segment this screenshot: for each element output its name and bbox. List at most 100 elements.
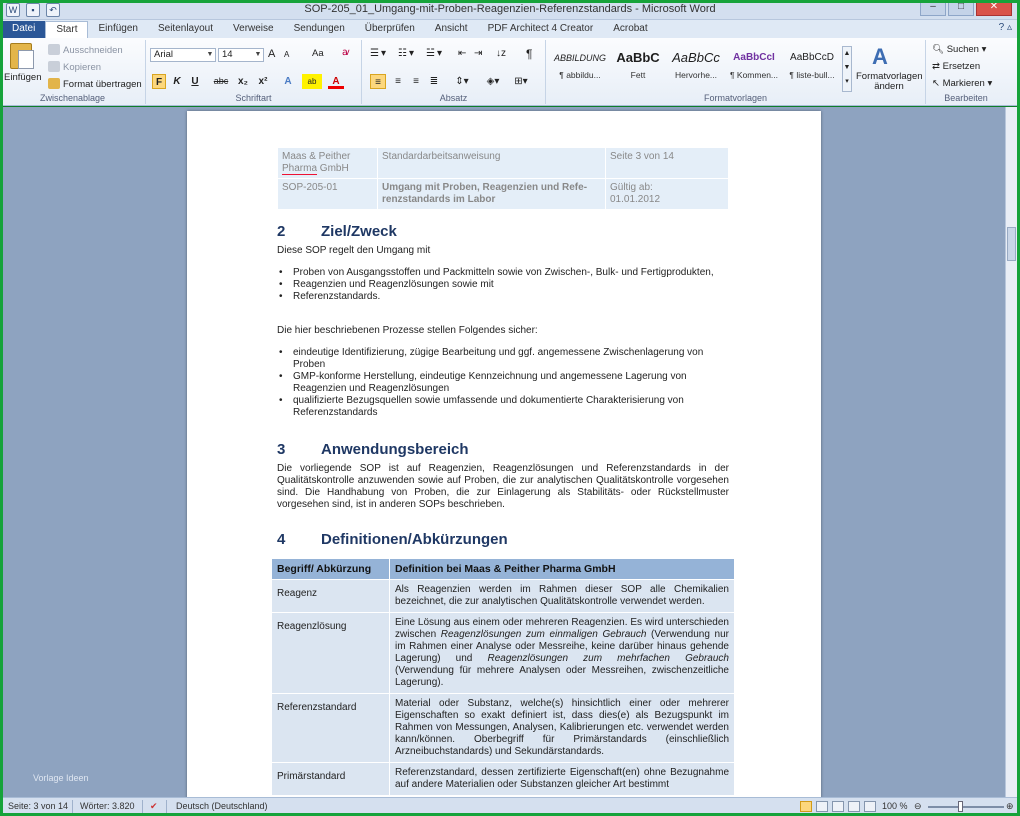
tab-page-layout[interactable]: Seitenlayout xyxy=(148,21,223,38)
select-button[interactable]: ↖ Markieren ▾ xyxy=(932,78,992,89)
clear-format-button[interactable]: ꜹ xyxy=(342,47,350,58)
term-cell: Primärstandard xyxy=(271,762,390,796)
cut-button[interactable]: Ausschneiden xyxy=(48,44,123,56)
increase-indent-icon[interactable]: ⇥ xyxy=(474,48,482,59)
font-color-icon[interactable]: A xyxy=(328,74,344,89)
subscript-button[interactable]: x₂ xyxy=(234,74,252,89)
header-doc-type: Standardarbeitsanweisung xyxy=(377,147,606,179)
window-title: SOP-205_01_Umgang-mit-Proben-Reagenzien-… xyxy=(304,3,716,15)
tab-review[interactable]: Überprüfen xyxy=(355,21,425,38)
shading-icon[interactable]: ◈▾ xyxy=(482,74,504,89)
print-layout-icon[interactable] xyxy=(800,801,812,812)
scrollbar-thumb[interactable] xyxy=(1007,227,1016,261)
highlight-icon[interactable]: ab xyxy=(302,74,322,89)
font-size-select[interactable]: 14 ▼ xyxy=(218,48,264,62)
status-page[interactable]: Seite: 3 von 14 xyxy=(8,801,68,811)
align-left-icon[interactable]: ≡ xyxy=(370,74,386,89)
tab-insert[interactable]: Einfügen xyxy=(88,21,147,38)
maximize-button[interactable]: □ xyxy=(948,0,974,16)
shrink-font-button[interactable]: A xyxy=(284,50,289,59)
decrease-indent-icon[interactable]: ⇤ xyxy=(458,48,466,59)
borders-icon[interactable]: ⊞▾ xyxy=(510,74,532,89)
bullets-icon[interactable]: ☰▾ xyxy=(370,48,388,59)
bold-button[interactable]: F xyxy=(152,74,166,89)
web-layout-icon[interactable] xyxy=(832,801,844,812)
superscript-button[interactable]: x² xyxy=(254,74,272,89)
style-hervorhebung[interactable]: AaBbCc Hervorhe... xyxy=(668,46,724,90)
line-spacing-icon[interactable]: ⇕▾ xyxy=(452,74,472,89)
tab-references[interactable]: Verweise xyxy=(223,21,284,38)
table-row: Referenzstandard Material oder Substanz,… xyxy=(271,693,735,763)
close-button[interactable]: ✕ xyxy=(976,0,1012,16)
zoom-in-icon[interactable]: ⊕ xyxy=(1006,801,1014,812)
format-painter-button[interactable]: Format übertragen xyxy=(48,78,142,90)
find-button[interactable]: 🔍︎ Suchen ▾ xyxy=(932,44,986,55)
document-page[interactable]: Maas & Peither Pharma GmbH Standardarbeit… xyxy=(187,111,821,797)
grow-font-button[interactable]: A xyxy=(268,48,275,60)
replace-icon: ⇄ xyxy=(932,61,943,72)
style-fett[interactable]: AaBbC Fett xyxy=(610,46,666,90)
vertical-scrollbar[interactable] xyxy=(1005,107,1017,797)
list-item: Proben von Ausgangsstoffen und Packmitte… xyxy=(277,267,729,279)
italic-button[interactable]: K xyxy=(170,74,184,89)
numbering-icon[interactable]: ☷▾ xyxy=(398,48,416,59)
definition-cell: Eine Lösung aus einem oder mehreren Reag… xyxy=(389,612,735,694)
window-controls: – □ ✕ xyxy=(918,0,1012,16)
change-case-button[interactable]: Aa xyxy=(312,48,324,59)
group-label-paragraph: Absatz xyxy=(439,93,468,103)
tab-mailings[interactable]: Sendungen xyxy=(284,21,355,38)
align-center-icon[interactable]: ≡ xyxy=(390,74,406,89)
status-language[interactable]: Deutsch (Deutschland) xyxy=(176,801,268,811)
ribbon-tabs: Datei Start Einfügen Seitenlayout Verwei… xyxy=(0,20,1020,38)
table-row: Primärstandard Referenzstandard, dessen … xyxy=(271,762,735,796)
sort-icon[interactable]: ↓z xyxy=(496,48,506,59)
zoom-slider-thumb[interactable] xyxy=(958,801,963,812)
list-item: eindeutige Identifizierung, zügige Bearb… xyxy=(277,347,729,371)
text-effects-icon[interactable]: A xyxy=(280,74,296,89)
tab-view[interactable]: Ansicht xyxy=(425,21,478,38)
tab-file[interactable]: Datei xyxy=(2,21,46,38)
term-cell: Reagenzlösung xyxy=(271,612,390,694)
justify-icon[interactable]: ≣ xyxy=(426,74,442,89)
group-label-font: Schriftart xyxy=(235,93,272,103)
multilevel-list-icon[interactable]: ☱▾ xyxy=(426,48,444,59)
heading-section-4: 4 Definitionen/Abkürzungen xyxy=(277,531,508,548)
definitions-table: Begriff/ Abkürzung Definition bei Maas &… xyxy=(271,558,735,796)
tab-start[interactable]: Start xyxy=(45,21,89,38)
zoom-out-icon[interactable]: ⊖ xyxy=(914,801,922,812)
table-row: Reagenz Als Reagenzien werden im Rahmen … xyxy=(271,579,735,613)
strikethrough-button[interactable]: abc xyxy=(210,74,232,89)
pilcrow-icon[interactable]: ¶ xyxy=(526,47,532,61)
tab-pdf-architect[interactable]: PDF Architect 4 Creator xyxy=(478,21,604,38)
proofing-icon[interactable]: ✔︎ xyxy=(150,801,158,812)
header-valid: Gültig ab: 01.01.2012 xyxy=(605,178,729,210)
zoom-slider[interactable] xyxy=(928,806,1004,808)
font-name-select[interactable]: Arial ▼ xyxy=(150,48,216,62)
list-item: Reagenzien und Reagenzlösungen sowie mit xyxy=(277,279,729,291)
help-icon[interactable]: ? ▵ xyxy=(999,22,1012,33)
watermark-text: Vorlage Ideen xyxy=(33,773,89,783)
underline-button[interactable]: U xyxy=(188,74,202,89)
minimize-button[interactable]: – xyxy=(920,0,946,16)
paste-button[interactable]: Einfügen xyxy=(4,72,42,83)
change-styles-button[interactable]: Formatvorlagen ändern xyxy=(856,72,923,92)
full-screen-reading-icon[interactable] xyxy=(816,801,828,812)
section-2-list-2: eindeutige Identifizierung, zügige Bearb… xyxy=(277,347,729,419)
outline-icon[interactable] xyxy=(848,801,860,812)
tab-acrobat[interactable]: Acrobat xyxy=(603,21,657,38)
styles-scroll[interactable]: ▲ ▼ ▾ xyxy=(842,46,852,92)
copy-button[interactable]: Kopieren xyxy=(48,61,101,73)
style-kommentar[interactable]: AaBbCcI ¶ Kommen... xyxy=(726,46,782,90)
paste-icon[interactable] xyxy=(10,43,34,69)
style-liste-bullet[interactable]: AaBbCcD ¶ liste-bull... xyxy=(784,46,840,90)
style-abbildung[interactable]: ABBILDUNG ¶ abbildu... xyxy=(552,46,608,90)
header-sop-title: Umgang mit Proben, Reagenzien und Refe-r… xyxy=(377,178,606,210)
zoom-level[interactable]: 100 % xyxy=(882,801,908,811)
replace-button[interactable]: ⇄ Ersetzen xyxy=(932,61,980,72)
group-font: Arial ▼ 14 ▼ A A Aa ꜹ F K U abc x₂ x² A ab… xyxy=(146,40,362,104)
status-words[interactable]: Wörter: 3.820 xyxy=(80,801,135,811)
draft-icon[interactable] xyxy=(864,801,876,812)
header-sop-id: SOP-205-01 xyxy=(277,178,378,210)
definition-cell: Material oder Substanz, welche(s) hinsic… xyxy=(389,693,735,763)
align-right-icon[interactable]: ≡ xyxy=(408,74,424,89)
